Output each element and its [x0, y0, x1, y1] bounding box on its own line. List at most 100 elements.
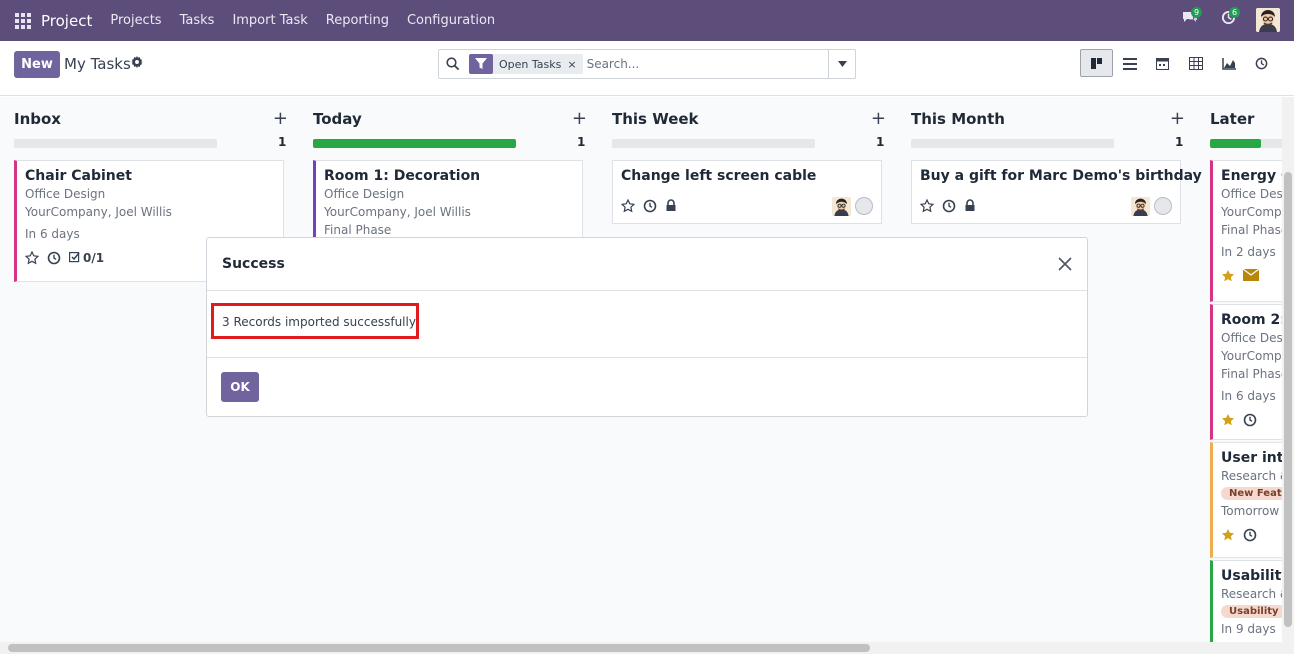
card-title: Room 2: D [1221, 312, 1282, 328]
card-title: Chair Cabinet [25, 168, 132, 184]
kanban-card[interactable]: User inter Research & New Featu Tomorrow [1210, 442, 1282, 558]
horizontal-scrollbar[interactable] [0, 642, 1294, 654]
card-project: Office Des [1221, 187, 1282, 201]
kanban-card[interactable]: Usability Research & Usability In 9 days [1210, 560, 1282, 642]
card-title: Usability [1221, 568, 1282, 584]
menu-import-task[interactable]: Import Task [232, 13, 307, 28]
facet-remove-icon[interactable]: × [567, 58, 582, 71]
kanban-card[interactable]: Room 2: D Office Des YourCompa Final Pha… [1210, 304, 1282, 440]
star-icon[interactable] [24, 250, 40, 265]
control-panel: New My Tasks Open Tasks × [0, 41, 1294, 96]
status-circle-icon[interactable] [1154, 197, 1172, 215]
card-stage: Final Phase [1221, 367, 1282, 381]
card-tag: Usability [1221, 605, 1282, 618]
apps-grid-icon[interactable] [15, 12, 31, 29]
menu-reporting[interactable]: Reporting [326, 13, 389, 28]
close-icon[interactable] [1055, 254, 1075, 274]
search-icon[interactable] [439, 50, 467, 78]
clock-icon[interactable] [1243, 413, 1257, 427]
card-deadline: In 9 days [1221, 622, 1276, 636]
calendar-view-button[interactable] [1146, 49, 1179, 77]
main-menu: Projects Tasks Import Task Reporting Con… [110, 13, 513, 28]
card-customer: YourCompa [1221, 205, 1282, 219]
gear-icon[interactable] [131, 56, 143, 72]
card-project: Office Des [1221, 331, 1282, 345]
column-progress-bar[interactable] [911, 139, 1114, 148]
success-dialog: Success 3 Records imported successfully … [206, 237, 1088, 417]
card-footer [1221, 524, 1282, 546]
status-circle-icon[interactable] [855, 197, 873, 215]
add-card-icon[interactable]: + [572, 110, 587, 128]
add-card-icon[interactable]: + [871, 110, 886, 128]
assignee-avatar[interactable] [1131, 196, 1150, 216]
menu-configuration[interactable]: Configuration [407, 13, 495, 28]
column-title: Today [313, 110, 362, 128]
activity-view-button[interactable] [1245, 49, 1278, 77]
envelope-icon[interactable] [1242, 268, 1260, 283]
kanban-card[interactable]: Room 1: Decoration Office Design YourCom… [313, 160, 583, 240]
kanban-view-button[interactable] [1080, 49, 1113, 77]
column-count: 1 [278, 135, 287, 149]
column-count: 1 [577, 135, 586, 149]
clock-activity-icon[interactable]: 6 [1218, 7, 1241, 30]
column-progress-bar[interactable] [1210, 139, 1282, 148]
card-title: Buy a gift for Marc Demo's birthday [920, 168, 1202, 184]
card-deadline: Tomorrow [1221, 504, 1280, 518]
dialog-footer: OK [207, 358, 1087, 416]
search-input[interactable] [586, 57, 807, 71]
kanban-card[interactable]: Energy Ce Office Des YourCompa Final Pha… [1210, 160, 1282, 302]
add-card-icon[interactable]: + [1170, 110, 1185, 128]
assignee-avatar[interactable] [832, 196, 851, 216]
column-title: This Week [612, 110, 699, 128]
kanban-card[interactable]: Buy a gift for Marc Demo's birthday [911, 160, 1202, 224]
clock-icon[interactable] [1243, 528, 1257, 542]
clock-icon[interactable] [47, 251, 61, 265]
card-project: Office Design [324, 187, 405, 201]
vertical-scrollbar[interactable] [1282, 97, 1294, 642]
ok-button[interactable]: OK [221, 372, 259, 402]
graph-view-button[interactable] [1212, 49, 1245, 77]
navbar-systray: 9 6 [1180, 7, 1280, 32]
new-button[interactable]: New [14, 51, 60, 78]
star-icon[interactable] [620, 198, 636, 213]
clock-icon[interactable] [643, 199, 657, 213]
card-footer [919, 195, 1172, 217]
list-view-button[interactable] [1113, 49, 1146, 77]
card-title: Energy Ce [1221, 168, 1282, 184]
star-filled-icon[interactable] [1221, 269, 1235, 283]
search-facet[interactable]: Open Tasks × [469, 54, 583, 74]
menu-tasks[interactable]: Tasks [180, 13, 215, 28]
column-progress-bar[interactable] [313, 139, 516, 148]
star-icon[interactable] [919, 198, 935, 213]
app-name[interactable]: Project [41, 12, 92, 30]
dialog-body: 3 Records imported successfully [207, 291, 1087, 358]
view-switcher [1080, 49, 1278, 77]
card-deadline: In 6 days [1221, 389, 1276, 403]
activity-badge: 6 [1229, 7, 1241, 18]
column-header: This Week + [612, 110, 886, 130]
kanban-card[interactable]: Change left screen cable [612, 160, 882, 224]
column-title: This Month [911, 110, 1005, 128]
lock-icon [665, 199, 679, 213]
star-filled-icon[interactable] [1221, 528, 1235, 542]
card-footer [1221, 265, 1282, 287]
card-stage: Final Phase [1221, 223, 1282, 237]
checklist-count: 0/1 [83, 251, 105, 265]
pivot-view-button[interactable] [1179, 49, 1212, 77]
search-options-toggle[interactable] [828, 50, 855, 78]
card-project: Office Design [25, 187, 106, 201]
clock-icon[interactable] [942, 199, 956, 213]
chat-icon[interactable]: 9 [1180, 7, 1203, 30]
add-card-icon[interactable]: + [273, 110, 288, 128]
column-progress-bar[interactable] [612, 139, 815, 148]
column-header: Inbox + [14, 110, 288, 130]
column-header: Today + [313, 110, 587, 130]
top-navbar: Project Projects Tasks Import Task Repor… [0, 0, 1294, 41]
card-title: User inter [1221, 450, 1282, 466]
menu-projects[interactable]: Projects [110, 13, 161, 28]
star-filled-icon[interactable] [1221, 413, 1235, 427]
dialog-title: Success [222, 256, 285, 272]
card-deadline: In 2 days [1221, 245, 1276, 259]
user-avatar[interactable] [1256, 8, 1280, 32]
column-progress-bar[interactable] [14, 139, 217, 148]
